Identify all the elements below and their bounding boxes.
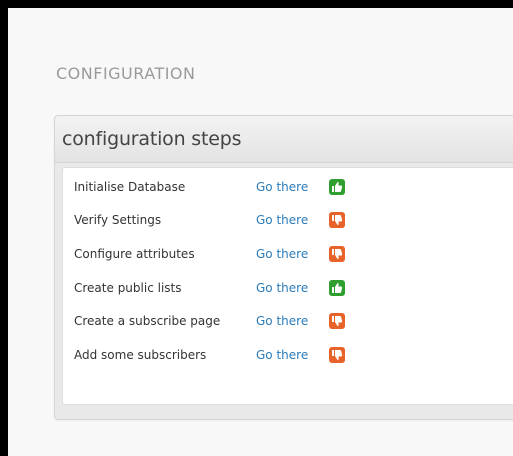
configuration-panel: configuration steps Initialise Database … bbox=[54, 115, 513, 420]
step-row-create-public-lists: Create public lists Go there bbox=[63, 278, 513, 298]
thumbs-up-icon bbox=[329, 280, 345, 296]
step-row-verify-settings: Verify Settings Go there bbox=[63, 210, 513, 230]
step-row-add-subscribers: Add some subscribers Go there bbox=[63, 345, 513, 365]
step-label: Verify Settings bbox=[74, 213, 162, 227]
page-content: CONFIGURATION configuration steps Initia… bbox=[8, 8, 513, 456]
step-row-create-subscribe-page: Create a subscribe page Go there bbox=[63, 311, 513, 331]
page-title: CONFIGURATION bbox=[56, 64, 196, 83]
go-there-link[interactable]: Go there bbox=[256, 247, 308, 261]
step-row-configure-attributes: Configure attributes Go there bbox=[63, 244, 513, 264]
step-label: Create public lists bbox=[74, 281, 182, 295]
go-there-link[interactable]: Go there bbox=[256, 348, 308, 362]
go-there-link[interactable]: Go there bbox=[256, 180, 308, 194]
step-row-initialise-database: Initialise Database Go there bbox=[63, 177, 513, 197]
step-label: Initialise Database bbox=[74, 180, 186, 194]
go-there-link[interactable]: Go there bbox=[256, 281, 308, 295]
step-label: Create a subscribe page bbox=[74, 314, 221, 328]
go-there-link[interactable]: Go there bbox=[256, 314, 308, 328]
step-label: Configure attributes bbox=[74, 247, 195, 261]
step-label: Add some subscribers bbox=[74, 348, 207, 362]
thumbs-down-icon bbox=[329, 212, 345, 228]
panel-title: configuration steps bbox=[62, 128, 242, 150]
panel-header: configuration steps bbox=[55, 116, 513, 163]
panel-body: Initialise Database Go there Verify Sett… bbox=[62, 167, 513, 405]
thumbs-down-icon bbox=[329, 347, 345, 363]
thumbs-down-icon bbox=[329, 246, 345, 262]
window-frame: CONFIGURATION configuration steps Initia… bbox=[0, 0, 513, 456]
go-there-link[interactable]: Go there bbox=[256, 213, 308, 227]
thumbs-down-icon bbox=[329, 313, 345, 329]
thumbs-up-icon bbox=[329, 179, 345, 195]
